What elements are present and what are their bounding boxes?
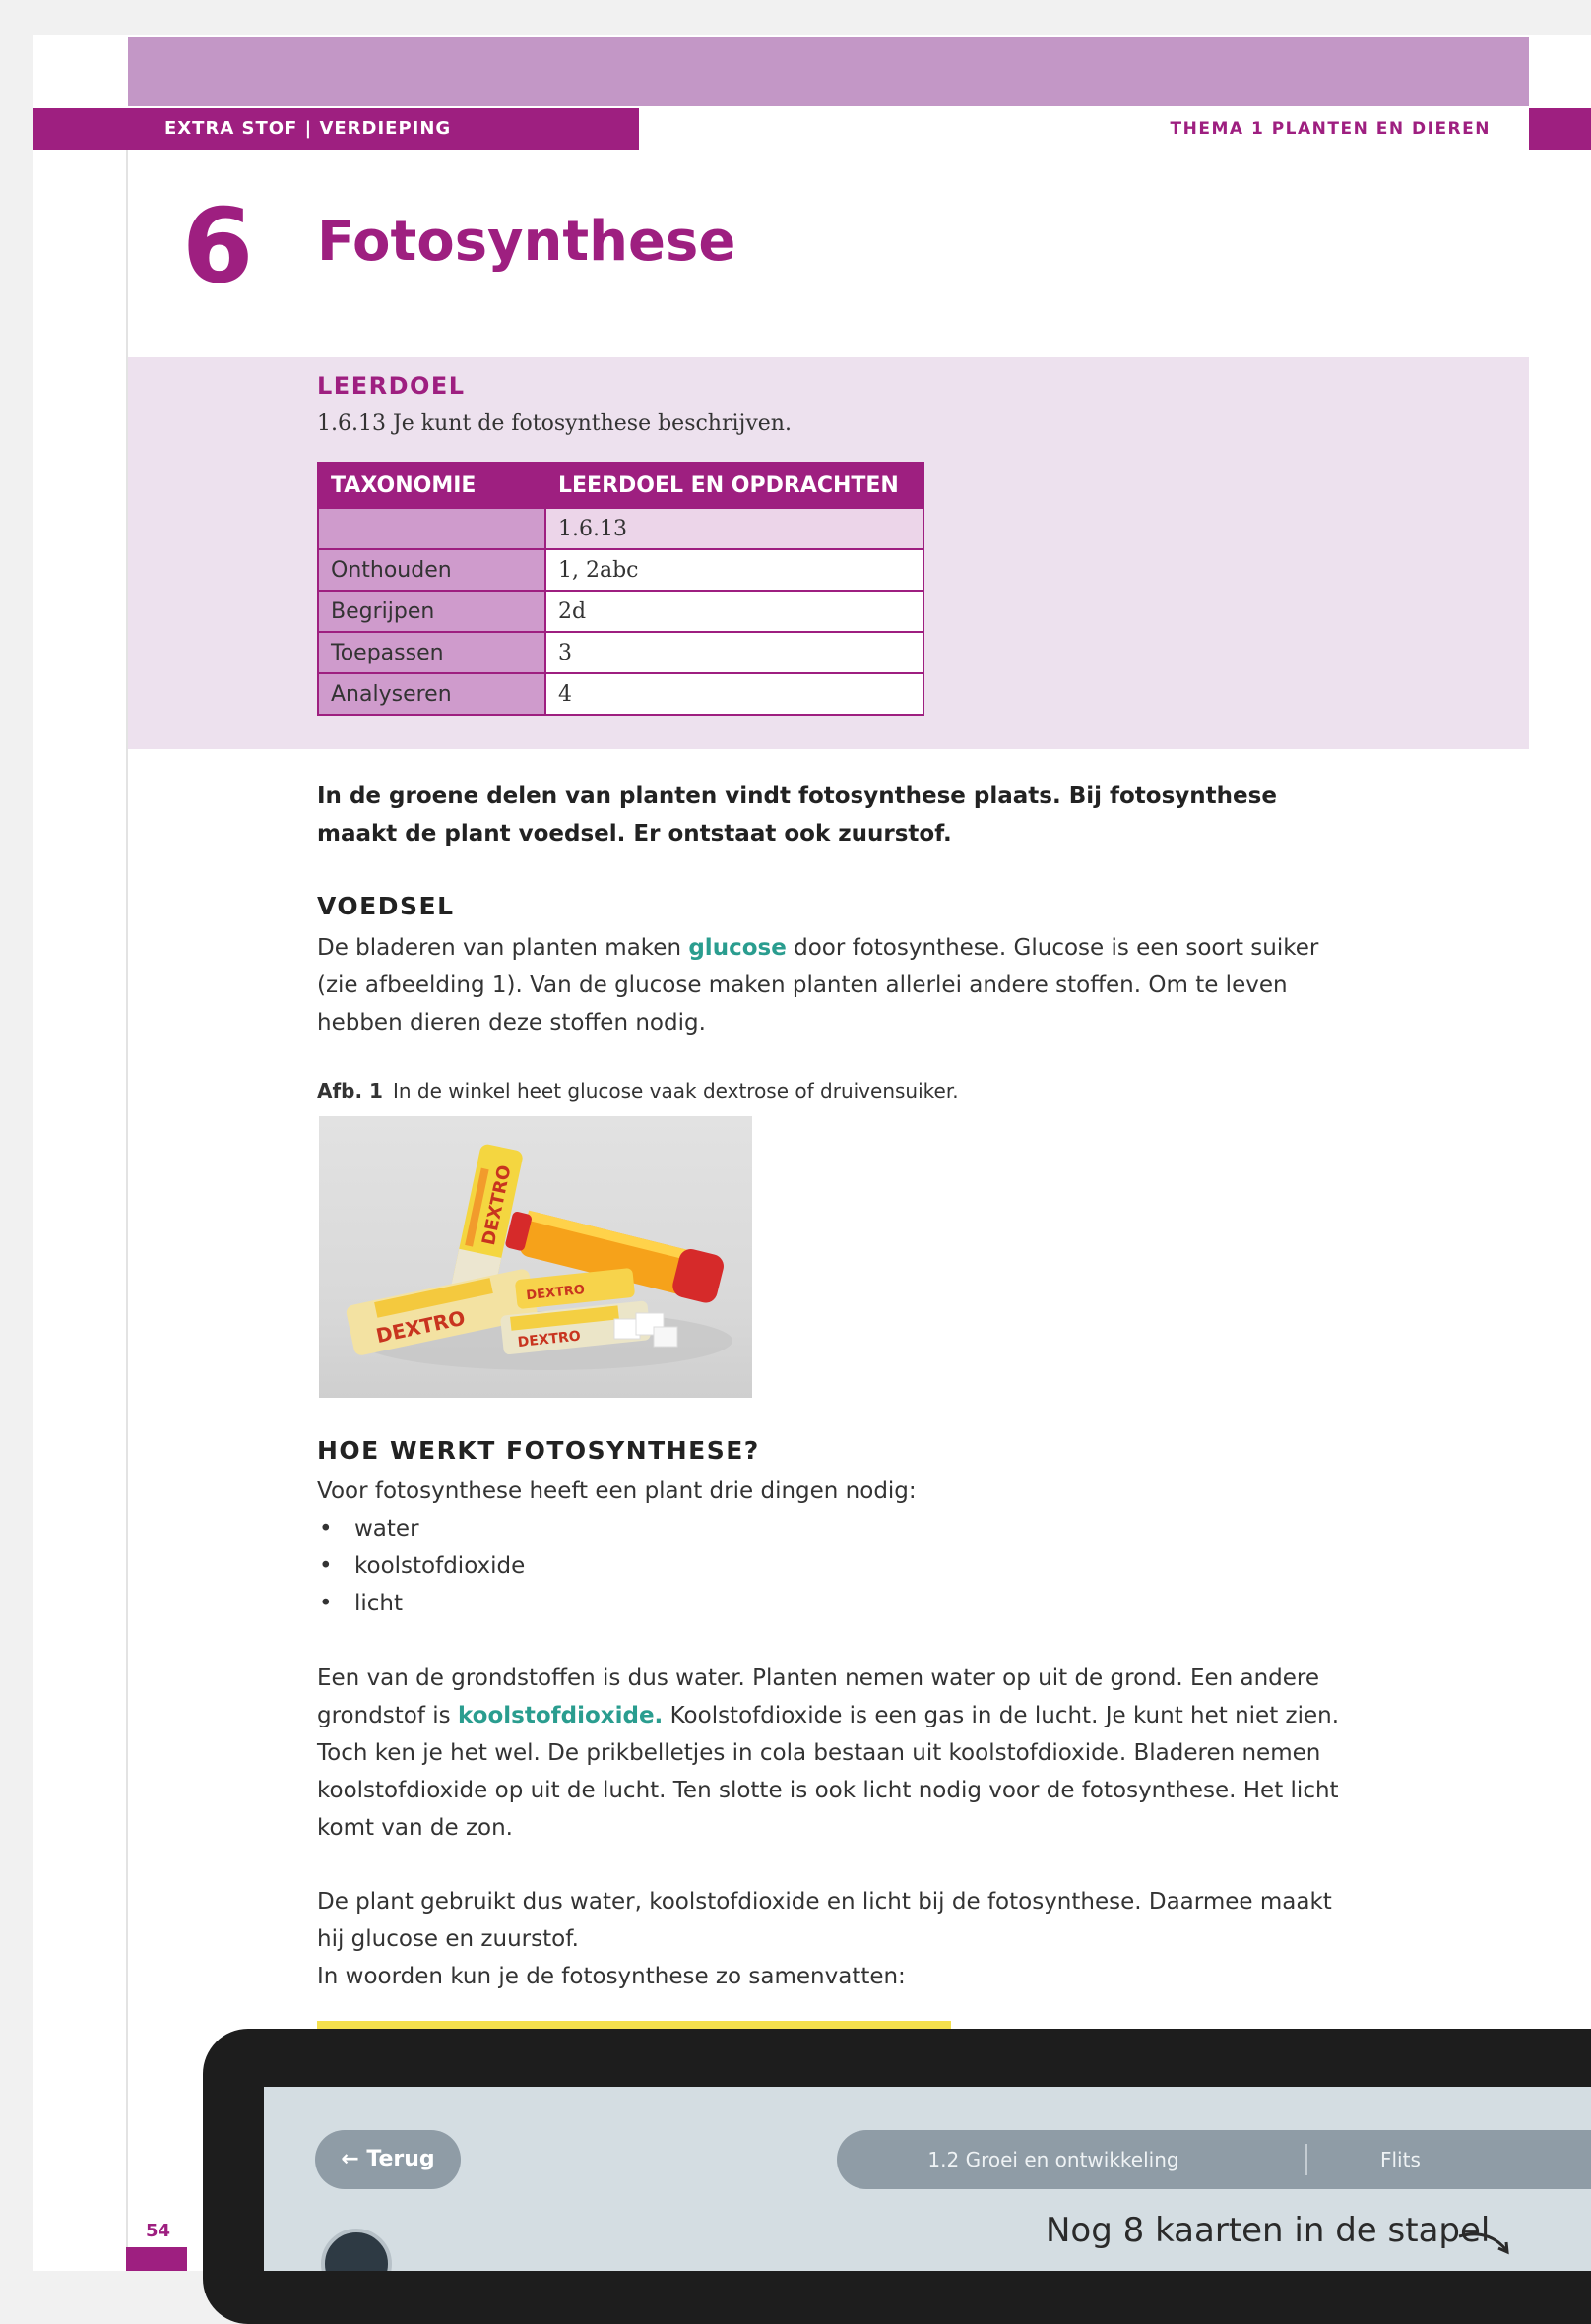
- table-cell: 1.6.13: [544, 507, 924, 550]
- dextro-illustration: DEXTRO DEXTRO DEXTRO DEXTRO: [346, 1144, 732, 1370]
- table-subheader-row: 1.6.13: [317, 507, 924, 550]
- table-cell: 1, 2abc: [544, 548, 924, 592]
- breadcrumb-divider: [1305, 2144, 1307, 2175]
- round-control-button[interactable]: [321, 2229, 392, 2271]
- dextro-photo: DEXTRO DEXTRO DEXTRO DEXTRO: [319, 1116, 752, 1398]
- chapter-title: Fotosynthese: [317, 210, 736, 274]
- table-cell: 4: [544, 672, 924, 716]
- voedsel-text-before: De bladeren van planten maken: [317, 935, 689, 961]
- table-row: Begrijpen 2d: [317, 590, 924, 633]
- taxonomy-table: TAXONOMIE LEERDOEL EN OPDRACHTEN 1.6.13 …: [317, 462, 924, 716]
- term-glucose: glucose: [688, 935, 787, 961]
- breadcrumb-pill[interactable]: 1.2 Groei en ontwikkeling Flits: [837, 2130, 1591, 2189]
- table-cell: Begrijpen: [317, 590, 546, 633]
- list-item: licht: [317, 1585, 525, 1622]
- figure-label: Afb. 1: [317, 1079, 383, 1102]
- ingredient-list: water koolstofdioxide licht: [317, 1510, 525, 1622]
- summary-paragraph: De plant gebruikt dus water, koolstofdio…: [317, 1883, 1341, 1995]
- hoe-werkt-lead: Voor fotosynthese heeft een plant drie d…: [317, 1478, 917, 1504]
- voedsel-paragraph: De bladeren van planten maken glucose do…: [317, 929, 1341, 1041]
- table-header-row: TAXONOMIE LEERDOEL EN OPDRACHTEN: [317, 462, 924, 509]
- table-row: Analyseren 4: [317, 672, 924, 716]
- table-cell: Onthouden: [317, 548, 546, 592]
- grondstoffen-paragraph: Een van de grondstoffen is dus water. Pl…: [317, 1660, 1341, 1847]
- chapter-number: 6: [182, 186, 254, 306]
- table-cell: 2d: [544, 590, 924, 633]
- voedsel-heading: VOEDSEL: [317, 892, 455, 920]
- table-cell: 3: [544, 631, 924, 674]
- curved-arrow-icon: [1458, 2232, 1509, 2255]
- breadcrumb-next: Flits: [1380, 2148, 1421, 2171]
- theme-tab: [1529, 108, 1591, 150]
- table-cell: Analyseren: [317, 672, 546, 716]
- breadcrumb: 1.2 Groei en ontwikkeling: [927, 2148, 1179, 2171]
- list-item: water: [317, 1510, 525, 1547]
- top-decor-band: [128, 37, 1529, 106]
- learning-goal-text: 1.6.13 Je kunt de fotosynthese beschrijv…: [317, 411, 792, 436]
- page-number: 54: [146, 2221, 171, 2241]
- table-header: TAXONOMIE: [317, 462, 546, 509]
- page-number-tab: [126, 2247, 187, 2271]
- tablet-screen: ← Terug 1.2 Groei en ontwikkeling Flits …: [264, 2087, 1591, 2271]
- theme-label: THEMA 1 PLANTEN EN DIEREN: [1170, 119, 1491, 139]
- summary-text-1: De plant gebruikt dus water, koolstofdio…: [317, 1889, 1332, 1952]
- figure-caption: Afb. 1 In de winkel heet glucose vaak dex…: [317, 1079, 959, 1102]
- summary-text-2: In woorden kun je de fotosynthese zo sam…: [317, 1964, 906, 1989]
- deck-counter-text: Nog 8 kaarten in de stapel: [1046, 2211, 1491, 2250]
- section-band: EXTRA STOF | VERDIEPING: [33, 108, 639, 150]
- table-cell: Toepassen: [317, 631, 546, 674]
- list-item: koolstofdioxide: [317, 1547, 525, 1585]
- hoe-werkt-heading: HOE WERKT FOTOSYNTHESE?: [317, 1436, 760, 1465]
- table-row: Toepassen 3: [317, 631, 924, 674]
- figure-caption-text: In de winkel heet glucose vaak dextrose …: [392, 1079, 959, 1102]
- intro-paragraph: In de groene delen van planten vindt fot…: [317, 784, 1277, 847]
- table-header: LEERDOEL EN OPDRACHTEN: [544, 462, 924, 509]
- table-cell: [317, 507, 546, 550]
- back-button[interactable]: ← Terug: [315, 2130, 461, 2189]
- learning-goal-heading: LEERDOEL: [317, 372, 466, 400]
- section-band-label: EXTRA STOF | VERDIEPING: [164, 118, 452, 139]
- table-row: Onthouden 1, 2abc: [317, 548, 924, 592]
- term-koolstofdioxide: koolstofdioxide.: [457, 1703, 664, 1728]
